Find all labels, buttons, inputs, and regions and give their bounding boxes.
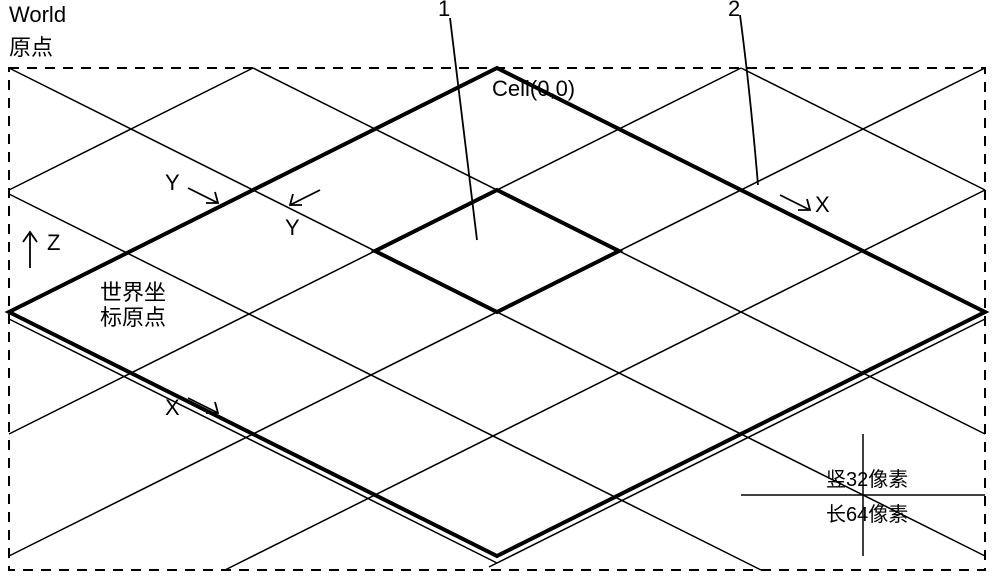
world-origin-line2: 标原点 — [100, 305, 166, 330]
cell-y-axis-label: Y — [285, 215, 300, 241]
dim-height: 竖32像素 — [826, 463, 908, 492]
cell-00-label: Cell(0,0) — [492, 76, 575, 102]
leader-line-2 — [740, 15, 758, 185]
z-axis-arrow — [23, 232, 37, 268]
title-origin: 原点 — [9, 30, 53, 62]
world-origin-label: 世界坐 标原点 — [100, 280, 166, 331]
title-world: World — [9, 2, 66, 28]
world-x-axis-label: X — [165, 395, 180, 421]
cell-y-axis-arrow — [290, 190, 320, 205]
world-y-axis-label: Y — [165, 170, 180, 196]
world-origin-line1: 世界坐 — [100, 280, 166, 305]
callout-2: 2 — [728, 0, 740, 22]
cell-x-axis-arrow — [780, 195, 810, 210]
callout-1: 1 — [438, 0, 450, 22]
cell-x-axis-label: X — [815, 192, 830, 218]
inner-diamond — [375, 190, 619, 312]
world-y-axis-arrow — [188, 188, 218, 203]
dim-width: 长64像素 — [826, 498, 908, 527]
z-axis-label: Z — [47, 230, 60, 256]
